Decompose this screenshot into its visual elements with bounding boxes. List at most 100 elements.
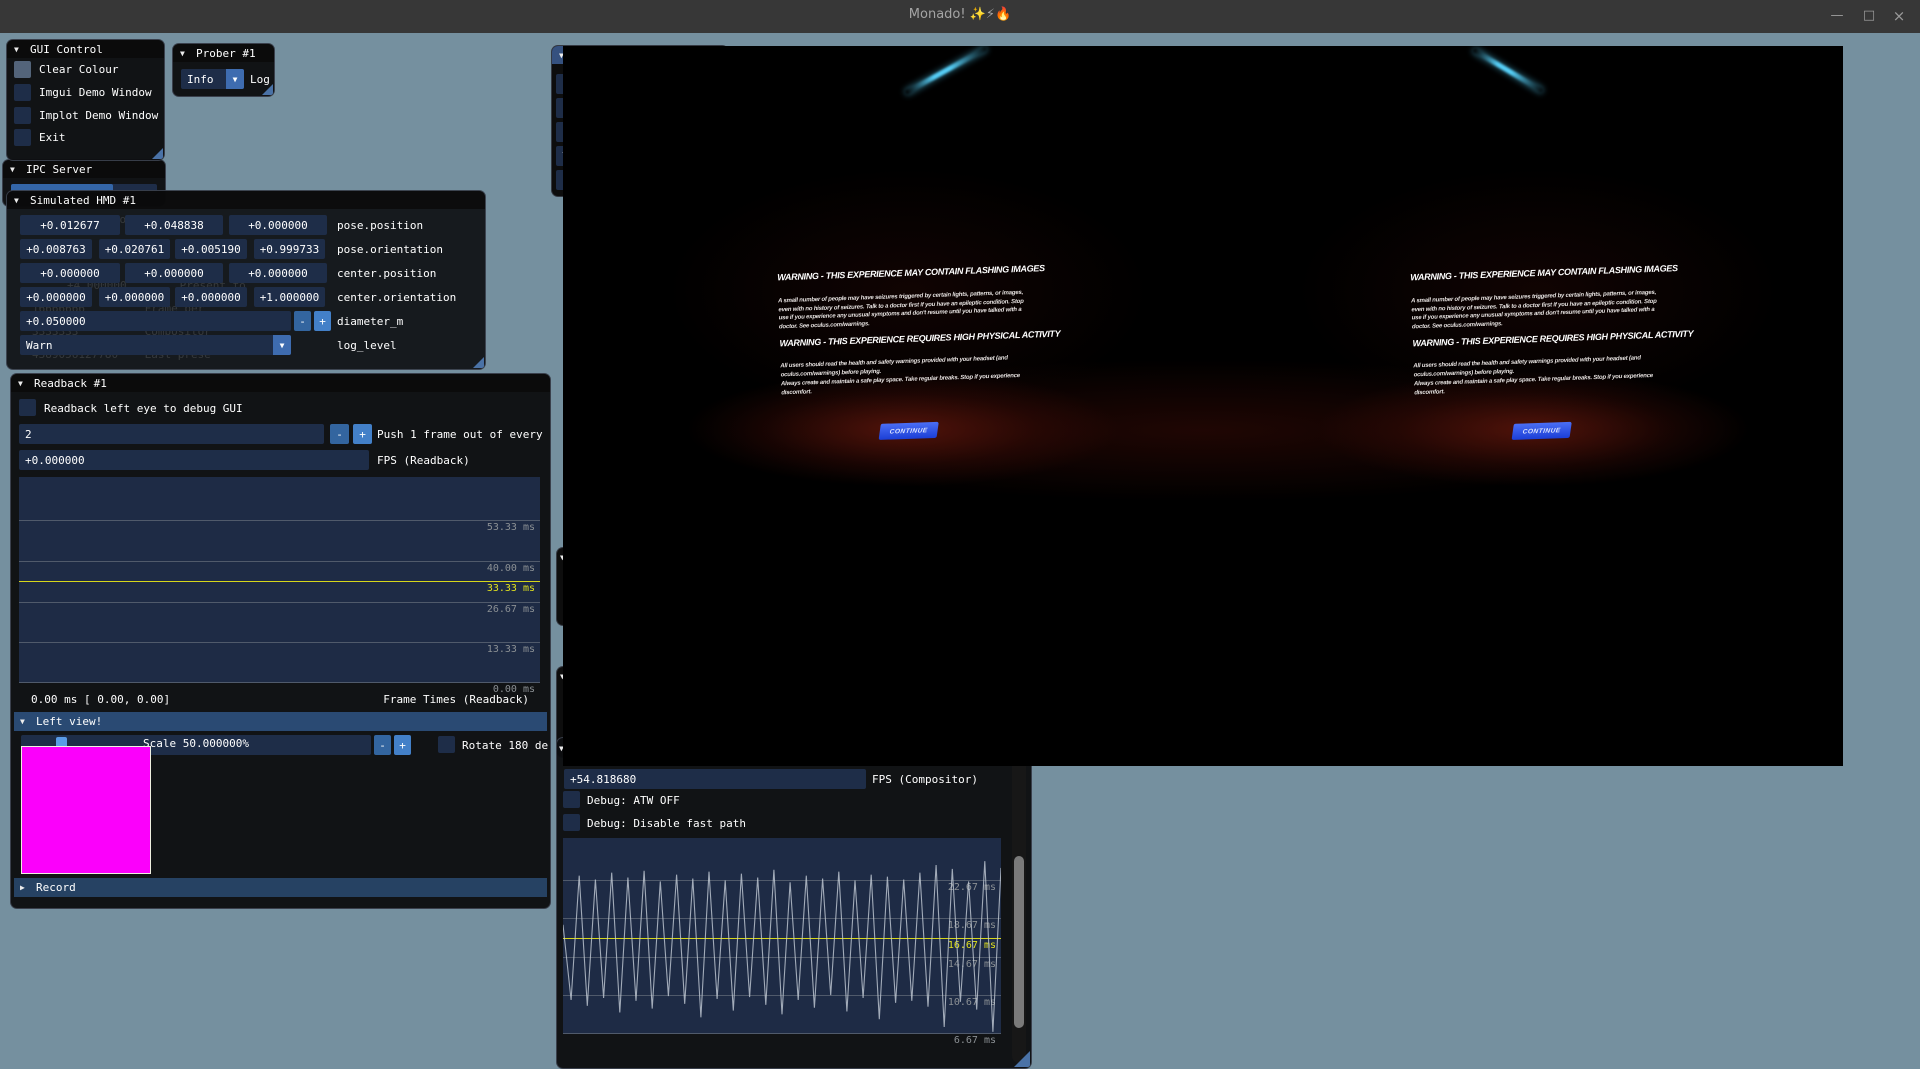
gridline-13.33 [19,642,540,643]
continue-button[interactable]: CONTINUE [1512,422,1572,440]
simulated-hmd-title: Simulated HMD #1 [30,194,136,207]
gridline-0 [19,682,540,683]
chevron-down-icon[interactable] [226,69,244,89]
debug-fastpath-checkbox[interactable] [563,814,580,831]
gui-control-item-clear-colour[interactable]: Clear Colour [39,59,118,79]
resize-grip-icon[interactable] [262,84,273,95]
hmd-pose-position-field-2[interactable]: +0.000000 [229,215,327,235]
warning-title-1: WARNING - THIS EXPERIENCE MAY CONTAIN FL… [777,264,1029,283]
continue-button[interactable]: CONTINUE [879,422,939,440]
gui-control-titlebar[interactable]: GUI Control [7,40,164,58]
hmd-center-orientation-field-1[interactable]: +0.000000 [99,287,170,307]
grid-label-40: 40.00 ms [487,563,535,574]
window-title: Monado! ✨⚡🔥 [0,7,1920,22]
frame-times-readback-label: Frame Times (Readback) [383,689,529,709]
push-frames-label: Push 1 frame out of every [377,424,543,444]
hmd-pose-orientation-field-2[interactable]: +0.005190 [175,239,247,259]
chevron-down-icon[interactable] [273,335,291,355]
diameter-value: +0.050000 [26,315,86,328]
warning-body-1: A small number of people may have seizur… [778,289,1031,332]
scale-minus-button[interactable]: - [374,735,391,755]
diameter-drag-field[interactable]: +0.050000 [20,311,291,331]
left-view-header[interactable]: Left view! [14,712,547,731]
collapse-arrow-icon[interactable] [180,49,190,58]
scale-plus-button[interactable]: + [394,735,411,755]
diameter-minus-button[interactable]: - [294,311,311,331]
diameter-plus-button[interactable]: + [314,311,331,331]
frame-times-series [563,838,1001,1034]
hmd-center-orientation-label: center.orientation [337,287,456,307]
hmd-log-level-value: Warn [26,339,53,352]
frame-times-readback-plot[interactable]: 53.33 ms40.00 ms26.67 ms13.33 ms0.00 ms3… [19,477,540,683]
readback-window: Readback #1 Readback left eye to debug G… [10,373,551,909]
checkbox-imgui-demo-window[interactable] [14,84,31,101]
scrollbar-track[interactable] [1012,743,1026,1063]
push-frames-plus-button[interactable]: + [353,424,372,444]
close-button[interactable]: × [1886,6,1912,26]
collapse-arrow-icon[interactable] [14,196,24,205]
warning-title-2: WARNING - THIS EXPERIENCE REQUIRES HIGH … [779,330,1031,349]
maximize-button[interactable]: □ [1856,6,1882,26]
hmd-center-orientation-field-3[interactable]: +1.000000 [254,287,325,307]
hmd-pose-position-field-0[interactable]: +0.012677 [20,215,120,235]
checkbox-implot-demo-window[interactable] [14,107,31,124]
grid-label-26.67: 26.67 ms [487,604,535,615]
hmd-pose-orientation-field-0[interactable]: +0.008763 [20,239,92,259]
frame-times-compositor-plot[interactable]: 22.67 ms18.67 ms14.67 ms10.67 ms6.67 ms1… [563,838,1001,1034]
collapse-arrow-icon[interactable] [10,165,20,174]
minimize-button[interactable]: — [1824,6,1850,26]
resize-grip-icon[interactable] [152,148,163,159]
readback-left-eye-checkbox[interactable] [19,399,36,416]
hmd-pose-orientation-field-1[interactable]: +0.020761 [99,239,170,259]
readback-left-eye-label: Readback left eye to debug GUI [44,398,243,418]
collapse-arrow-icon[interactable] [20,717,30,726]
rotate-180-checkbox[interactable] [438,736,455,753]
diameter-label: diameter_m [337,311,403,331]
hmd-pose-orientation-field-3[interactable]: +0.999733 [254,239,325,259]
warning-panel-right-eye: WARNING - THIS EXPERIENCE MAY CONTAIN FL… [1410,264,1662,273]
debug-atw-label: Debug: ATW OFF [587,790,680,810]
hmd-center-position-field-2[interactable]: +0.000000 [229,263,327,283]
readback-title: Readback #1 [34,377,107,390]
compositor-window: +54.818680 FPS (Compositor) Debug: ATW O… [556,737,1032,1069]
fps-readback-field[interactable]: +0.000000 [19,450,369,470]
push-frames-input[interactable]: 2 [19,424,324,444]
prober-titlebar[interactable]: Prober #1 [173,44,274,62]
record-header[interactable]: Record [14,878,547,897]
continue-button-label: CONTINUE [889,427,928,435]
gui-control-item-imgui-demo-window[interactable]: Imgui Demo Window [39,82,152,102]
debug-atw-checkbox[interactable] [563,791,580,808]
hmd-log-level-combo[interactable]: Warn [20,335,291,355]
warning-title-1: WARNING - THIS EXPERIENCE MAY CONTAIN FL… [1410,264,1662,283]
readback-titlebar[interactable]: Readback #1 [11,374,550,392]
push-frames-minus-button[interactable]: - [330,424,349,444]
debug-fastpath-label: Debug: Disable fast path [587,813,746,833]
simulated-hmd-titlebar[interactable]: Simulated HMD #1 [7,191,485,209]
gridline-40 [19,561,540,562]
checkbox-clear-colour[interactable] [14,61,31,78]
warning-panel-left-eye: WARNING - THIS EXPERIENCE MAY CONTAIN FL… [777,264,1029,273]
fps-compositor-field[interactable]: +54.818680 [564,769,866,789]
frame-times-status: 0.00 ms [ 0.00, 0.00] [31,689,170,709]
resize-grip-icon[interactable] [473,357,484,368]
left-view-title: Left view! [36,715,102,728]
collapse-arrow-icon[interactable] [20,883,30,892]
fps-compositor-value: +54.818680 [570,773,636,786]
checkbox-exit[interactable] [14,129,31,146]
hmd-pose-position-field-1[interactable]: +0.048838 [125,215,223,235]
resize-grip-icon[interactable] [1014,1051,1030,1067]
record-title: Record [36,881,76,894]
hmd-center-orientation-field-0[interactable]: +0.000000 [20,287,92,307]
hmd-center-position-field-0[interactable]: +0.000000 [20,263,120,283]
gui-control-item-exit[interactable]: Exit [39,127,66,147]
gui-control-item-implot-demo-window[interactable]: Implot Demo Window [39,105,158,125]
grid-label-13.33: 13.33 ms [487,644,535,655]
collapse-arrow-icon[interactable] [14,45,24,54]
os-titlebar[interactable]: Monado! ✨⚡🔥 — □ × [0,0,1920,33]
log-level-combo[interactable]: Info [181,69,244,89]
scrollbar-thumb[interactable] [1014,856,1024,1028]
hmd-center-orientation-field-2[interactable]: +0.000000 [175,287,247,307]
hmd-center-position-field-1[interactable]: +0.000000 [125,263,223,283]
collapse-arrow-icon[interactable] [18,379,28,388]
ipc-server-titlebar[interactable]: IPC Server [3,160,165,178]
